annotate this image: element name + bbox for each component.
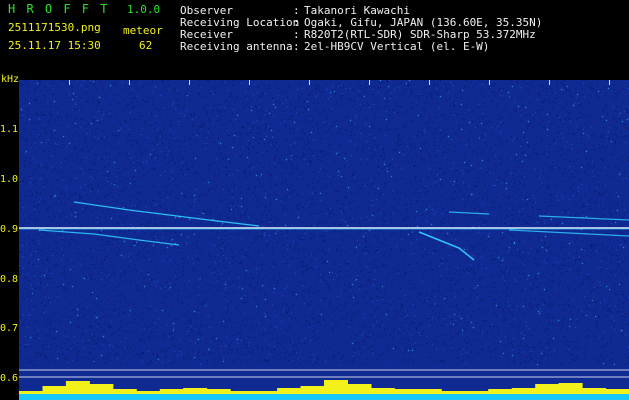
x-tick [609,80,610,85]
antenna-label: Receiving antenna [180,40,293,53]
antenna-value: 2el-HB9CV Vertical (el. E-W) [304,40,490,53]
activity-bar [300,386,325,394]
meteor-trail [73,201,260,227]
meteor-trail [538,215,629,221]
y-tick-label: 0.8 [0,274,19,285]
activity-bar [464,391,489,394]
y-tick-label: 1.0 [0,174,19,185]
antenna-colon: : [293,40,300,53]
meteor-trail [38,229,180,246]
activity-bar [183,388,208,394]
x-tick [189,80,190,85]
activity-bar [277,388,302,394]
activity-bar [112,389,137,394]
spectrogram [19,80,629,400]
activity-bar [394,389,419,394]
activity-bar [159,389,184,394]
activity-bar [324,380,348,394]
activity-bar [558,383,583,394]
activity-strip [19,380,629,394]
x-tick [369,80,370,85]
activity-bar [42,386,67,394]
axis-unit: kHz [1,74,20,85]
activity-bar [605,389,629,394]
app-version: 1.0.0 [127,3,161,16]
meteor-trail [448,211,490,215]
x-tick [129,80,130,85]
activity-bar [19,391,43,394]
x-tick [69,80,70,85]
detection-label: meteor [123,24,163,37]
x-tick [249,80,250,85]
activity-bar [488,389,513,394]
activity-bar [253,391,278,394]
activity-bar [441,391,466,394]
y-tick-label: 0.9 [0,224,19,235]
activity-bar [370,388,395,394]
x-tick [549,80,550,85]
activity-bar [136,391,161,394]
y-tick-label: 1.1 [0,124,19,135]
activity-bar [65,381,90,394]
activity-bar [347,384,372,394]
activity-bar [89,384,114,394]
activity-bar [582,388,607,394]
file-name: 2511171530.png [8,21,101,34]
meteor-trail [418,231,475,261]
x-tick [309,80,310,85]
x-tick [489,80,490,85]
app-name: H R O F F T [8,2,110,16]
activity-bar [206,389,231,394]
spectrogram-overlay [19,201,629,400]
meteor-trail [508,229,629,237]
header-panel: H R O F F T 1.0.0 2511171530.png meteor … [0,0,629,73]
activity-bar [535,384,560,394]
baseline-band [19,394,629,400]
file-datetime: 25.11.17 15:30 [8,39,101,52]
y-tick-label: 0.6 [0,373,19,384]
y-tick-label: 0.7 [0,323,19,334]
x-tick [429,80,430,85]
activity-bar [511,388,536,394]
activity-bar [417,389,442,394]
activity-bar [230,391,255,394]
detection-count: 62 [139,39,153,52]
